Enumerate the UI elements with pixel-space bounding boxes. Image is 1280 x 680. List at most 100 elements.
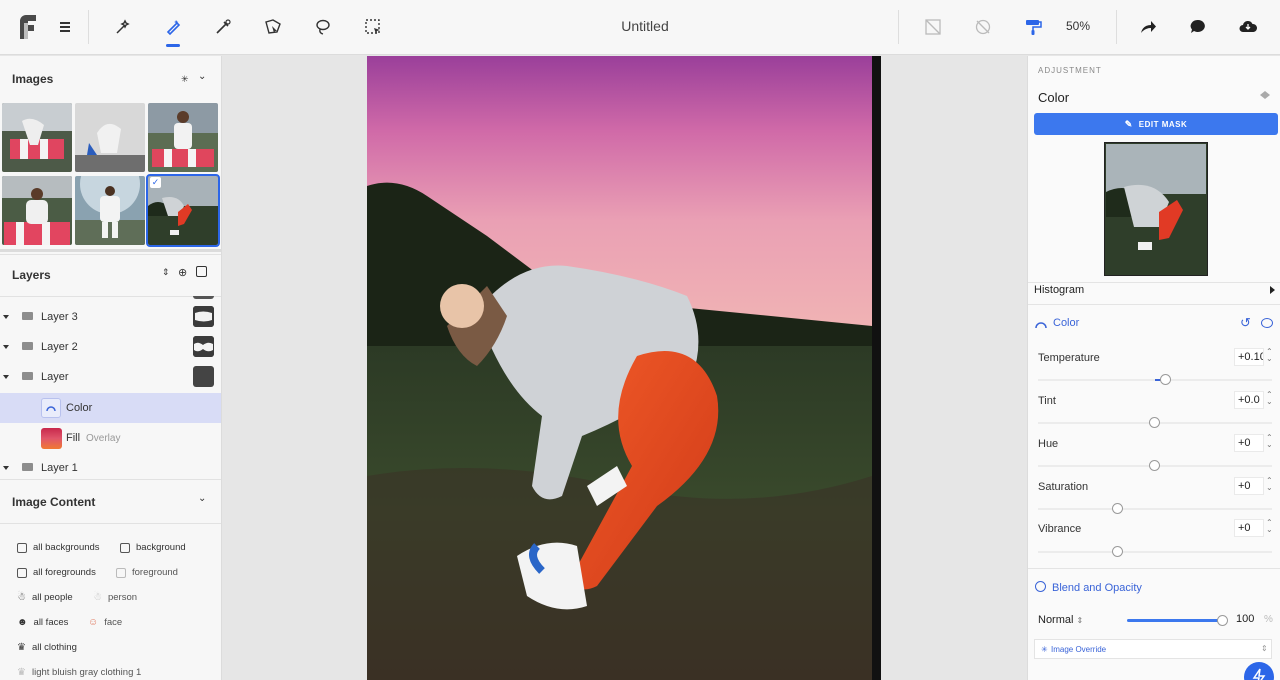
cloud-sync-icon[interactable] bbox=[1237, 16, 1259, 38]
stepper-icon[interactable]: ⌃ ⌄ bbox=[1266, 391, 1273, 406]
content-tag[interactable]: all backgrounds bbox=[17, 542, 100, 553]
slider-knob[interactable] bbox=[1112, 546, 1123, 557]
layer-row-selected[interactable]: Color bbox=[0, 393, 221, 423]
reset-icon[interactable]: ↺ bbox=[1240, 315, 1251, 331]
comments-icon[interactable] bbox=[1187, 16, 1209, 38]
adjustment-title: Color bbox=[1038, 90, 1070, 105]
content-tag[interactable]: ☺ face bbox=[88, 617, 122, 628]
mask-preview bbox=[1103, 141, 1209, 277]
layer-thumbnail bbox=[193, 336, 214, 357]
compare-icon[interactable] bbox=[922, 16, 944, 38]
image-thumbnail[interactable] bbox=[75, 176, 145, 245]
new-group-icon[interactable] bbox=[196, 266, 207, 277]
layer-row[interactable]: Fill Overlay bbox=[0, 423, 221, 453]
marquee-tool-icon[interactable] bbox=[362, 16, 384, 38]
slider-value[interactable]: +0 bbox=[1234, 434, 1264, 452]
expand-caret-icon[interactable] bbox=[3, 375, 9, 379]
layer-label: Layer 3 bbox=[41, 311, 78, 323]
add-layer-icon[interactable]: ⊕ bbox=[178, 266, 187, 279]
slider-track[interactable] bbox=[1038, 417, 1272, 428]
add-image-icon[interactable]: ✳ bbox=[181, 74, 189, 85]
quick-action-button[interactable] bbox=[1244, 662, 1274, 680]
chevron-down-icon[interactable]: ⌄ bbox=[198, 71, 206, 82]
top-toolbar: Untitled 50% bbox=[0, 0, 1280, 55]
slider-label: Tint bbox=[1038, 395, 1056, 407]
sort-icon[interactable]: ⇕ bbox=[162, 267, 170, 278]
eyedropper-tool-icon[interactable] bbox=[212, 16, 234, 38]
face-icon: ☺ bbox=[88, 617, 99, 628]
image-thumbnail[interactable] bbox=[2, 176, 72, 245]
expand-caret-icon[interactable] bbox=[3, 466, 9, 470]
stepper-icon[interactable]: ⌃ ⌄ bbox=[1266, 434, 1273, 449]
folder-icon bbox=[22, 312, 33, 320]
zoom-level[interactable]: 50% bbox=[1066, 19, 1090, 33]
slider-knob[interactable] bbox=[1160, 374, 1171, 385]
content-tag[interactable]: ☻ all faces bbox=[17, 617, 68, 628]
layers-stack-icon[interactable] bbox=[1259, 90, 1271, 102]
stepper-icon[interactable]: ⌃ ⌄ bbox=[1266, 348, 1273, 363]
blend-mode-select[interactable]: Normal ⇕ bbox=[1038, 614, 1083, 626]
layer-label: Layer 2 bbox=[41, 341, 78, 353]
slider-value[interactable]: +0 bbox=[1234, 519, 1264, 537]
opacity-value[interactable]: 100 bbox=[1236, 613, 1254, 625]
slider-label: Vibrance bbox=[1038, 523, 1082, 535]
slider-knob[interactable] bbox=[1149, 460, 1160, 471]
lasso-tool-icon[interactable] bbox=[312, 16, 334, 38]
share-icon[interactable] bbox=[1137, 16, 1159, 38]
edit-mask-button[interactable]: ✎ EDIT MASK bbox=[1034, 113, 1278, 135]
expand-caret-icon[interactable] bbox=[3, 345, 9, 349]
layer-label: Color bbox=[66, 402, 93, 414]
layer-row[interactable]: Layer 2 bbox=[0, 332, 221, 362]
slider-value[interactable]: +0 bbox=[1234, 477, 1264, 495]
content-tag[interactable]: ♛ all clothing bbox=[17, 642, 77, 653]
blend-mode-label: Overlay bbox=[86, 433, 121, 444]
content-tag[interactable]: foreground bbox=[116, 567, 178, 578]
layer-row[interactable]: Layer bbox=[0, 362, 221, 392]
app-logo-icon[interactable] bbox=[14, 13, 40, 41]
expand-caret-icon[interactable] bbox=[3, 315, 9, 319]
slider-track[interactable] bbox=[1038, 546, 1272, 557]
image-thumbnail[interactable] bbox=[75, 103, 145, 172]
slider-track[interactable] bbox=[1038, 460, 1272, 471]
image-content-title: Image Content bbox=[12, 495, 96, 509]
chevron-right-icon[interactable] bbox=[1270, 286, 1275, 294]
layer-row[interactable]: Layer 3 bbox=[0, 302, 221, 332]
histogram-label[interactable]: Histogram bbox=[1034, 284, 1084, 296]
content-tag[interactable]: ☃ all people bbox=[17, 592, 73, 603]
slider-value[interactable]: +0.0 bbox=[1234, 391, 1264, 409]
layers-icon bbox=[120, 542, 130, 553]
image-thumbnail[interactable] bbox=[148, 103, 218, 172]
brush-tool-icon[interactable] bbox=[162, 16, 184, 38]
paint-roller-icon[interactable] bbox=[1022, 16, 1044, 38]
slider-track[interactable] bbox=[1038, 503, 1272, 514]
slider-value[interactable]: +0.10 bbox=[1234, 348, 1264, 366]
content-tag[interactable]: ☃ person bbox=[93, 592, 137, 603]
slider-track[interactable] bbox=[1038, 374, 1272, 385]
content-tag[interactable]: all foregrounds bbox=[17, 567, 96, 578]
image-override-select[interactable]: ✳ Image Override ⇕ bbox=[1034, 639, 1272, 659]
slider-knob[interactable] bbox=[1112, 503, 1123, 514]
opacity-slider[interactable] bbox=[1127, 615, 1228, 626]
photo-edge bbox=[872, 56, 881, 680]
layers-panel-title: Layers bbox=[12, 268, 51, 282]
slider-knob[interactable] bbox=[1217, 615, 1228, 626]
magic-select-icon[interactable] bbox=[112, 16, 134, 38]
menu-icon[interactable] bbox=[54, 16, 76, 38]
image-thumbnail-selected[interactable]: ✓ bbox=[146, 174, 220, 247]
edited-photo[interactable] bbox=[367, 56, 872, 680]
blend-opacity-title: Blend and Opacity bbox=[1052, 582, 1142, 594]
hide-mask-icon[interactable] bbox=[972, 16, 994, 38]
content-tag[interactable]: background bbox=[120, 542, 186, 553]
stepper-icon[interactable]: ⌃ ⌄ bbox=[1266, 477, 1273, 492]
object-select-icon[interactable] bbox=[262, 16, 284, 38]
slider-knob[interactable] bbox=[1149, 417, 1160, 428]
opacity-icon bbox=[1035, 581, 1046, 592]
visibility-icon[interactable] bbox=[1261, 318, 1273, 328]
folder-icon bbox=[22, 463, 33, 471]
stepper-icon[interactable]: ⌃ ⌄ bbox=[1266, 519, 1273, 534]
image-thumbnail[interactable] bbox=[2, 103, 72, 172]
content-tag[interactable]: ♛ light bluish gray clothing 1 bbox=[17, 667, 141, 678]
color-group-title: Color bbox=[1053, 317, 1080, 329]
document-title[interactable]: Untitled bbox=[560, 18, 730, 34]
chevron-down-icon[interactable]: ⌄ bbox=[198, 493, 206, 504]
